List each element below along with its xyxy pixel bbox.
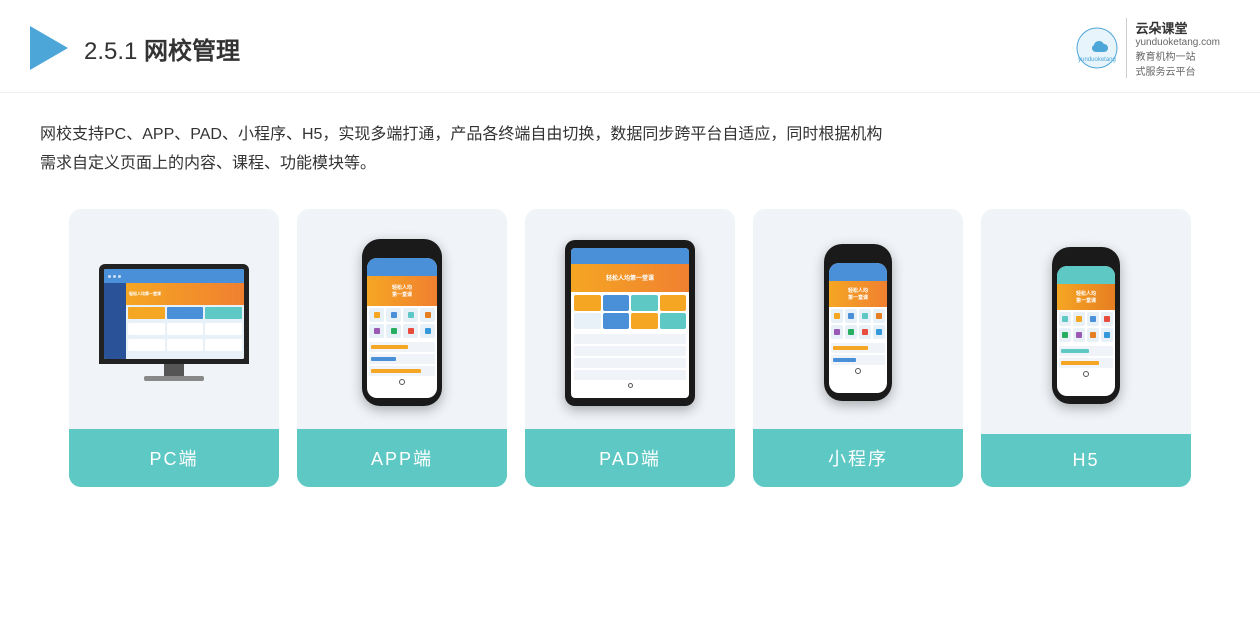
- pc-image-area: 轻松人均第一堂课: [69, 209, 279, 429]
- description-section: 网校支持PC、APP、PAD、小程序、H5，实现多端打通，产品各终端自由切换，数…: [0, 93, 1260, 189]
- card-pc: 轻松人均第一堂课: [69, 209, 279, 487]
- monitor-screen: 轻松人均第一堂课: [104, 269, 244, 359]
- cards-section: 轻松人均第一堂课: [0, 189, 1260, 517]
- page-wrapper: 2.5.1 网校管理 yunduoketang 云朵课堂 yunduoketan…: [0, 0, 1260, 630]
- monitor-frame: 轻松人均第一堂课: [99, 264, 249, 364]
- brand-tagline2: 式服务云平台: [1135, 63, 1220, 78]
- card-miniapp: 轻松人均第一堂课: [753, 209, 963, 487]
- brand-text-block: 云朵课堂 yunduoketang.com 教育机构一站 式服务云平台: [1126, 18, 1220, 78]
- phone-notch-mini: [843, 252, 873, 260]
- pad-image-area: 轻松人均第一堂课: [525, 209, 735, 429]
- miniapp-image-area: 轻松人均第一堂课: [753, 209, 963, 429]
- tablet-frame: 轻松人均第一堂课: [565, 240, 695, 406]
- miniapp-phone-screen: 轻松人均第一堂课: [829, 263, 887, 393]
- card-label-pc: PC端: [69, 429, 279, 487]
- logo-triangle-icon: [30, 26, 68, 70]
- miniapp-phone-frame: 轻松人均第一堂课: [824, 244, 892, 401]
- h5-phone-frame: 轻松人均第一堂课: [1052, 247, 1120, 404]
- app-image-area: 轻松人均第一堂课: [297, 209, 507, 429]
- page-header: 2.5.1 网校管理 yunduoketang 云朵课堂 yunduoketan…: [0, 0, 1260, 93]
- card-h5: 轻松人均第一堂课: [981, 209, 1191, 487]
- svg-text:yunduoketang: yunduoketang: [1079, 57, 1117, 63]
- card-label-h5: H5: [981, 434, 1191, 487]
- h5-phone-screen: 轻松人均第一堂课: [1057, 266, 1115, 396]
- page-title: 2.5.1 网校管理: [84, 31, 240, 66]
- phone-notch-h5: [1071, 255, 1101, 263]
- brand-tagline1: 教育机构一站: [1135, 48, 1220, 63]
- card-label-miniapp: 小程序: [753, 429, 963, 487]
- monitor-stand-base: [144, 376, 204, 381]
- card-label-pad: PAD端: [525, 429, 735, 487]
- card-pad: 轻松人均第一堂课: [525, 209, 735, 487]
- app-phone-screen: 轻松人均第一堂课: [367, 258, 437, 398]
- brand-name: 云朵课堂: [1135, 18, 1220, 37]
- cloud-icon: yunduoketang: [1076, 27, 1118, 69]
- card-app: 轻松人均第一堂课: [297, 209, 507, 487]
- description-text: 网校支持PC、APP、PAD、小程序、H5，实现多端打通，产品各终端自由切换，数…: [40, 121, 1220, 179]
- h5-image-area: 轻松人均第一堂课: [981, 209, 1191, 434]
- phone-notch: [387, 247, 417, 255]
- card-label-app: APP端: [297, 429, 507, 487]
- brand-url: yunduoketang.com: [1135, 37, 1220, 48]
- pc-monitor: 轻松人均第一堂课: [99, 264, 249, 381]
- header-right: yunduoketang 云朵课堂 yunduoketang.com 教育机构一…: [1076, 18, 1220, 78]
- header-left: 2.5.1 网校管理: [30, 26, 240, 70]
- brand-logo: yunduoketang 云朵课堂 yunduoketang.com 教育机构一…: [1076, 18, 1220, 78]
- monitor-stand-neck: [164, 364, 184, 376]
- tablet-screen: 轻松人均第一堂课: [571, 248, 689, 398]
- app-phone-frame: 轻松人均第一堂课: [362, 239, 442, 406]
